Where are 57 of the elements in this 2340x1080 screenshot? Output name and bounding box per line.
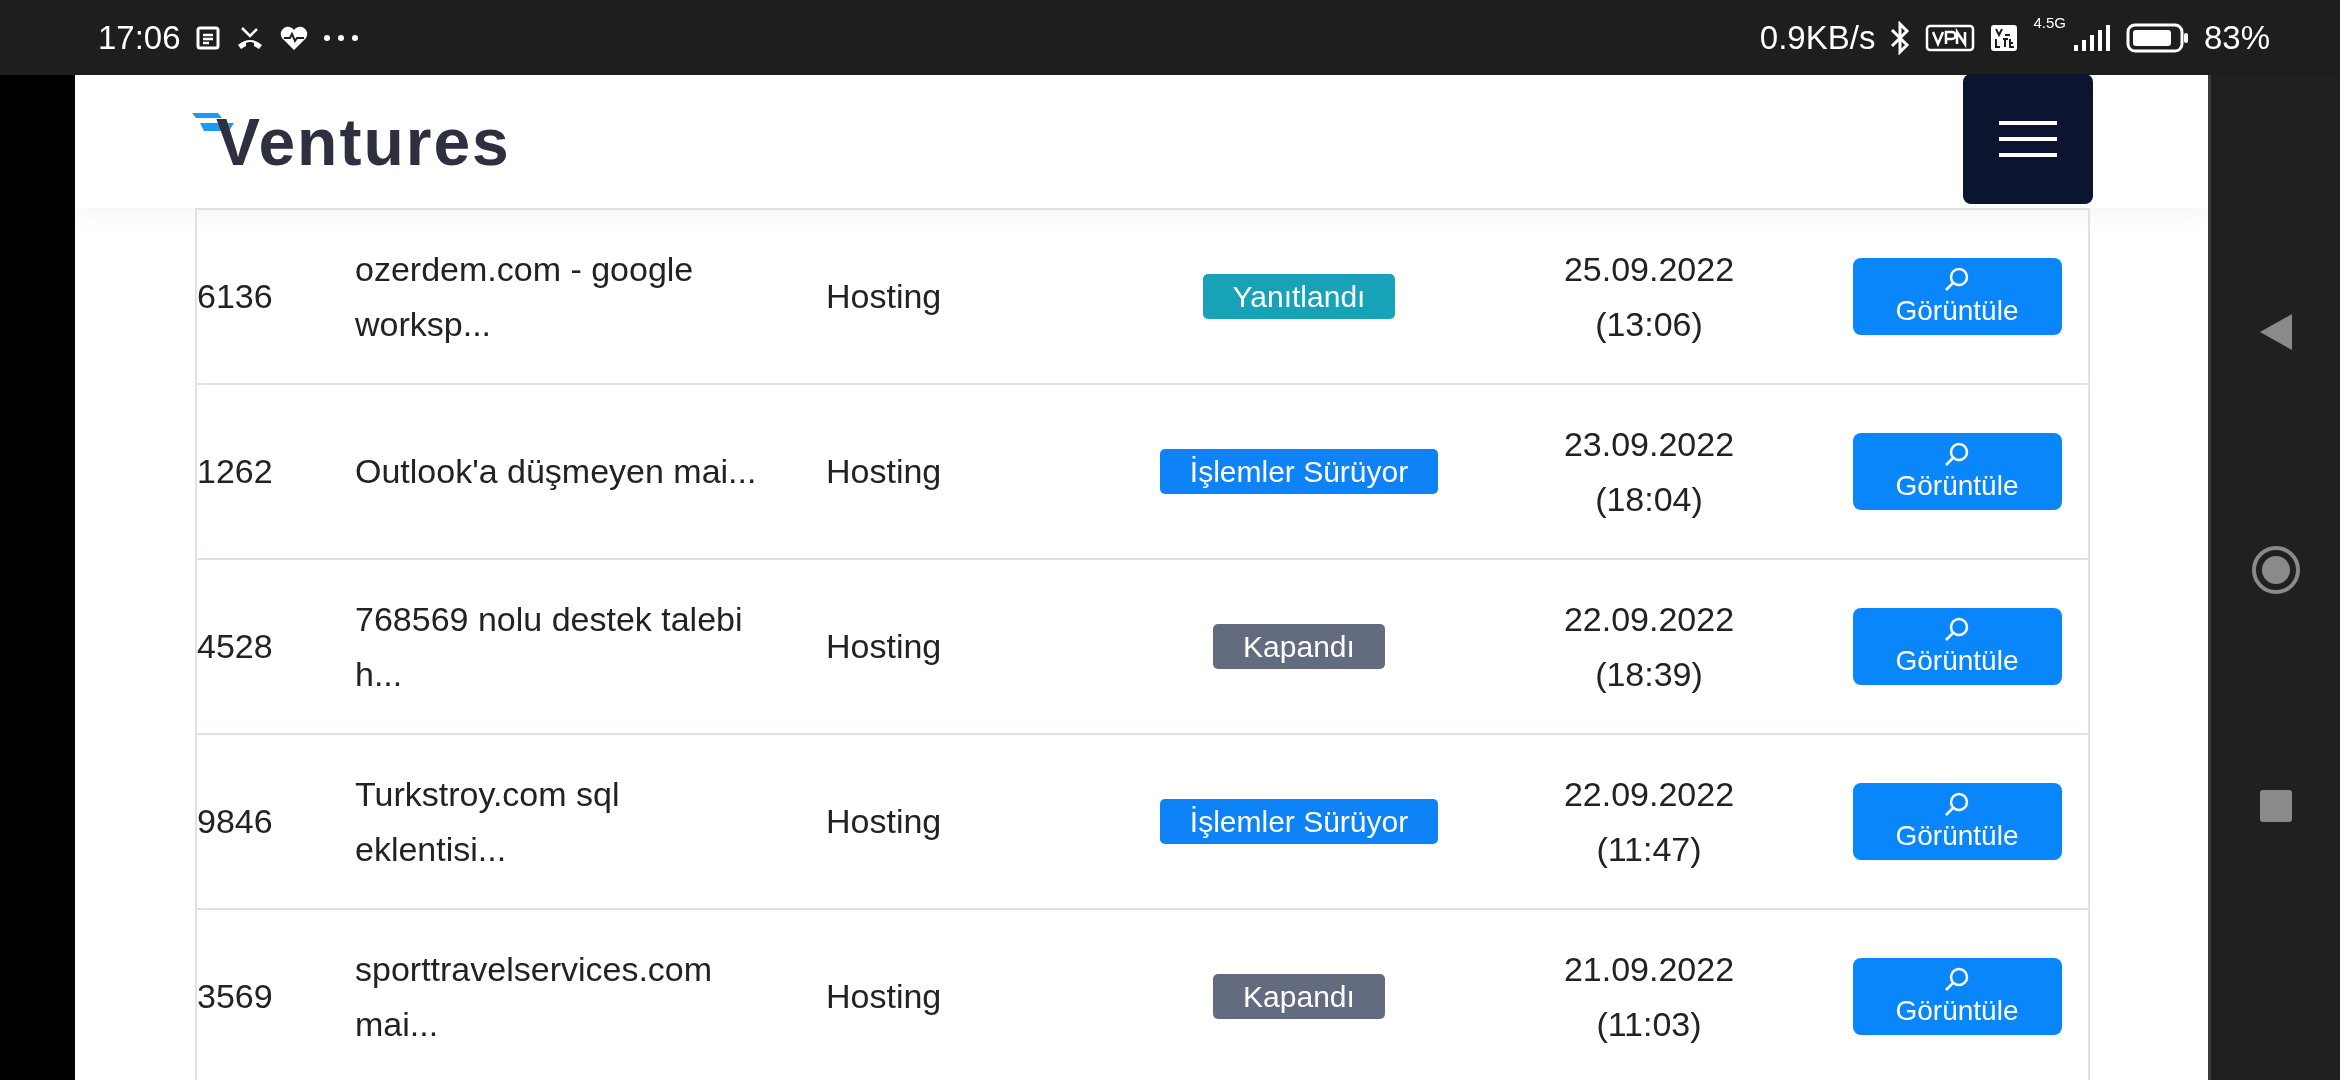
ticket-time: (11:03) (1596, 1003, 1702, 1045)
ticket-department: Hosting (826, 976, 943, 1018)
menu-icon (1999, 120, 2057, 158)
ticket-subject[interactable]: Turkstroy.com sql eklentisi... (355, 767, 826, 876)
more-icon (322, 33, 359, 42)
search-icon (1944, 440, 1970, 467)
ticket-department: Hosting (826, 276, 943, 318)
ticket-department: Hosting (826, 451, 943, 493)
network-speed: 0.9KB/s (1759, 18, 1876, 57)
ticket-subject[interactable]: Outlook'a düşmeyen mai... (355, 444, 826, 499)
bluetooth-icon (1889, 20, 1912, 55)
search-icon (1944, 965, 1970, 992)
ticket-time: (11:47) (1596, 828, 1702, 870)
ticket-id: 4528 (197, 626, 274, 668)
volte-icon (1989, 22, 2020, 53)
battery-icon (2125, 21, 2190, 54)
ticket-date: 22.09.2022 (1563, 774, 1735, 816)
ticket-time: (18:39) (1595, 653, 1703, 695)
view-button[interactable]: Görüntüle (1852, 432, 2062, 511)
logo[interactable]: Ventures (192, 108, 511, 175)
home-icon[interactable] (2250, 545, 2301, 596)
view-button[interactable]: Görüntüle (1852, 957, 2062, 1036)
ticket-date: 23.09.2022 (1563, 424, 1735, 466)
ticket-id: 3569 (197, 976, 274, 1018)
battery-percent: 83% (2203, 18, 2270, 57)
signal-icon (2071, 22, 2112, 53)
search-icon (1944, 265, 1970, 292)
status-badge: Kapandı (1213, 974, 1385, 1019)
ticket-department: Hosting (826, 626, 943, 668)
ticket-department: Hosting (826, 801, 943, 843)
view-button[interactable]: Görüntüle (1852, 607, 2062, 686)
ticket-subject[interactable]: 768569 nolu destek talebi h... (355, 592, 826, 701)
heart-rate-icon (278, 24, 309, 51)
ticket-time: (13:06) (1595, 303, 1703, 345)
ticket-subject[interactable]: ozerdem.com - google worksp... (355, 242, 826, 351)
ticket-subject[interactable]: sporttravelservices.com mai... (355, 942, 826, 1051)
ticket-id: 9846 (197, 801, 274, 843)
ticket-id: 1262 (197, 451, 274, 493)
ticket-date: 21.09.2022 (1563, 949, 1735, 991)
ticket-date: 22.09.2022 (1563, 599, 1735, 641)
ticket-time: (18:04) (1595, 478, 1703, 520)
recents-icon[interactable] (2258, 789, 2293, 824)
ticket-id: 6136 (197, 276, 274, 318)
search-icon (1944, 615, 1970, 642)
network-type: 4.5G (2033, 14, 2066, 31)
status-badge: İşlemler Sürüyor (1159, 449, 1439, 494)
search-icon (1944, 790, 1970, 817)
view-button[interactable]: Görüntüle (1852, 257, 2062, 336)
status-time: 17:06 (98, 18, 181, 57)
notification-icon (194, 24, 221, 51)
status-badge: İşlemler Sürüyor (1159, 799, 1439, 844)
view-button[interactable]: Görüntüle (1852, 782, 2062, 861)
status-badge: Kapandı (1213, 624, 1385, 669)
status-badge: Yanıtlandı (1202, 274, 1396, 319)
menu-button[interactable] (1963, 74, 2093, 204)
ticket-date: 25.09.2022 (1563, 249, 1735, 291)
vpn-icon (1925, 23, 1976, 52)
